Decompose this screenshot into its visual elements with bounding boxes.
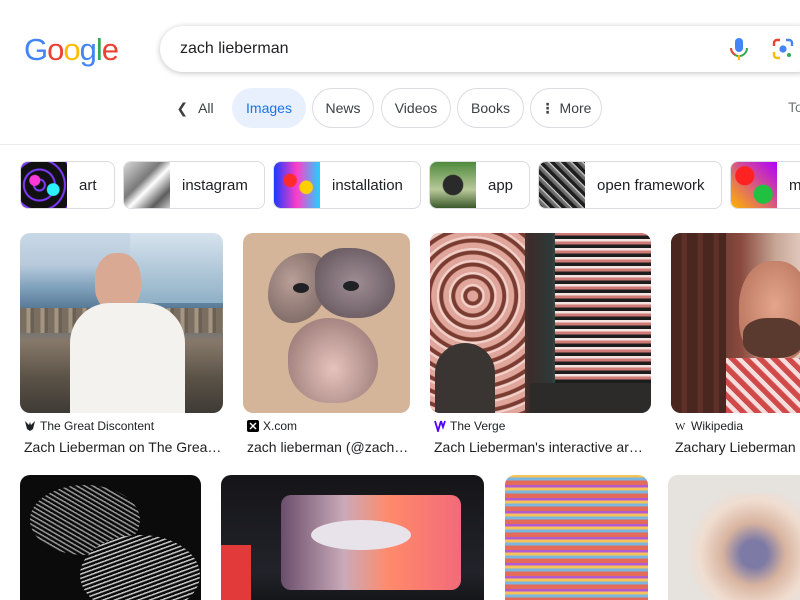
result-image[interactable] <box>668 475 800 600</box>
result-source-label: X.com <box>263 419 298 433</box>
result-image[interactable] <box>505 475 648 600</box>
chip-art[interactable]: art <box>20 161 115 209</box>
tab-all[interactable]: ❮ All <box>170 88 220 128</box>
chip-label: installation <box>332 176 403 194</box>
tab-label: Books <box>471 100 510 116</box>
chip-thumbnail <box>21 162 67 208</box>
chip-thumbnail <box>124 162 170 208</box>
chip-thumbnail <box>731 162 777 208</box>
chevron-left-icon: ❮ <box>176 99 189 116</box>
chip-more-partial[interactable]: m <box>730 161 800 209</box>
result-title[interactable]: Zach Lieberman on The Grea… <box>24 439 223 455</box>
image-result[interactable]: The Verge Zach Lieberman's interactive a… <box>430 233 651 463</box>
tab-label: All <box>198 100 214 116</box>
result-image[interactable] <box>20 475 201 600</box>
result-source: The Verge <box>434 419 505 433</box>
svg-text:W: W <box>675 421 686 432</box>
result-source-label: The Verge <box>450 419 506 433</box>
related-chips: art instagram installation app open fram… <box>0 161 800 209</box>
search-box <box>160 26 800 72</box>
chip-label: app <box>488 176 514 194</box>
chip-label: art <box>79 176 97 194</box>
tab-label: Images <box>246 100 292 116</box>
tab-videos[interactable]: Videos <box>381 88 451 128</box>
result-title[interactable]: Zachary Lieberman <box>675 439 800 455</box>
result-image[interactable] <box>430 233 651 413</box>
chip-open-framework[interactable]: open framework <box>538 161 722 209</box>
tab-news[interactable]: News <box>312 88 374 128</box>
result-source: W Wikipedia <box>675 419 743 433</box>
x-icon <box>247 420 259 432</box>
search-input[interactable] <box>180 38 680 60</box>
result-image[interactable] <box>671 233 800 413</box>
tab-images[interactable]: Images <box>232 88 306 128</box>
chip-app[interactable]: app <box>429 161 530 209</box>
chip-thumbnail <box>430 162 476 208</box>
image-result[interactable] <box>505 475 648 600</box>
image-result[interactable]: The Great Discontent Zach Lieberman on T… <box>20 233 223 463</box>
chip-installation[interactable]: installation <box>273 161 421 209</box>
result-image[interactable] <box>243 233 410 413</box>
tools-button[interactable]: To <box>788 99 800 115</box>
google-logo[interactable]: Google <box>24 33 119 67</box>
image-result[interactable] <box>20 475 201 600</box>
divider <box>0 144 800 145</box>
chip-instagram[interactable]: instagram <box>123 161 265 209</box>
tab-label: Videos <box>394 100 438 116</box>
google-lens-icon[interactable] <box>772 38 794 60</box>
result-source-label: Wikipedia <box>691 419 744 433</box>
tab-books[interactable]: Books <box>457 88 524 128</box>
image-result[interactable]: X.com zach lieberman (@zach… <box>243 233 410 463</box>
the-verge-icon <box>434 420 446 432</box>
tab-label: More <box>559 100 592 116</box>
image-result[interactable] <box>221 475 484 600</box>
microphone-icon[interactable] <box>728 37 750 61</box>
result-source: X.com <box>247 419 297 433</box>
image-result[interactable]: W Wikipedia Zachary Lieberman <box>671 233 800 463</box>
chip-label: open framework <box>597 176 705 194</box>
chip-thumbnail <box>539 162 585 208</box>
result-image[interactable] <box>221 475 484 600</box>
more-vert-icon: ⋮ <box>540 99 555 116</box>
the-great-discontent-icon <box>25 421 35 431</box>
chip-thumbnail <box>274 162 320 208</box>
tab-more[interactable]: ⋮ More <box>530 88 602 128</box>
result-source: The Great Discontent <box>24 419 154 433</box>
chip-label: instagram <box>182 176 248 194</box>
result-title[interactable]: zach lieberman (@zach… <box>247 439 410 455</box>
result-image[interactable] <box>20 233 223 413</box>
search-type-tabs: ❮ All Images News Videos Books ⋮ More <box>0 88 800 128</box>
result-title[interactable]: Zach Lieberman's interactive ar… <box>434 439 651 455</box>
image-result[interactable] <box>668 475 800 600</box>
chip-label: m <box>777 177 800 194</box>
wikipedia-icon: W <box>675 421 686 432</box>
result-source-label: The Great Discontent <box>40 419 155 433</box>
tab-label: News <box>325 100 361 116</box>
